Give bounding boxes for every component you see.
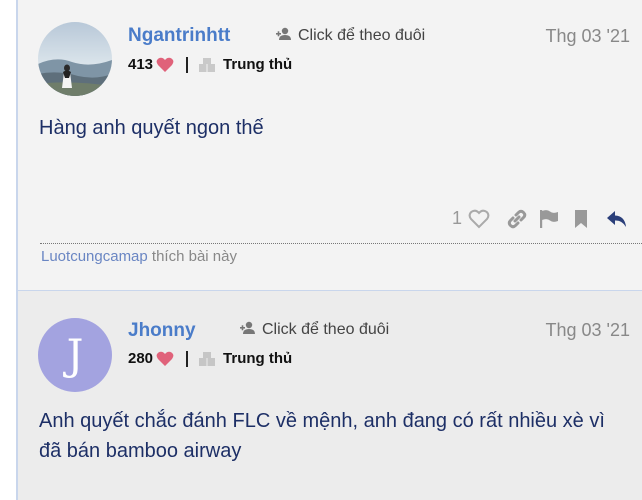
post-2: J Jhonny Click để theo đuôi Thg 03 '21 2… [16, 290, 642, 500]
username[interactable]: Ngantrinhtt [128, 25, 230, 47]
post-content: Hàng anh quyết ngon thế [39, 117, 264, 139]
username[interactable]: Jhonny [128, 320, 196, 342]
heart-icon [156, 57, 174, 73]
like-count[interactable]: 1 [452, 208, 462, 229]
heart-icon [156, 351, 174, 367]
avatar[interactable] [38, 22, 112, 96]
follow-label: Click để theo đuôi [298, 27, 426, 44]
liked-by: Luotcungcamap thích bài này [41, 248, 237, 265]
post-actions: 1 [452, 208, 628, 229]
divider [186, 350, 189, 367]
post-date[interactable]: Thg 03 '21 [546, 26, 631, 47]
follow-button[interactable]: Click để theo đuôi [276, 27, 425, 45]
add-user-icon [276, 27, 292, 41]
follow-label: Click để theo đuôi [262, 321, 390, 338]
user-rank: Trung thủ [223, 350, 293, 367]
post-1: Ngantrinhtt Click để theo đuôi Thg 03 '2… [16, 0, 642, 290]
add-user-icon [240, 321, 256, 335]
liked-by-user[interactable]: Luotcungcamap [41, 248, 148, 265]
follow-button[interactable]: Click để theo đuôi [240, 321, 389, 339]
avatar-letter: J [66, 330, 84, 379]
post-content: Anh quyết chắc đánh FLC về mệnh, anh đan… [39, 410, 605, 462]
user-rank: Trung thủ [223, 56, 293, 73]
post-date[interactable]: Thg 03 '21 [546, 320, 631, 341]
link-icon[interactable] [506, 209, 528, 229]
reply-icon[interactable] [606, 209, 628, 229]
flag-icon[interactable] [538, 209, 560, 229]
heart-count: 413 [128, 56, 154, 73]
user-stats: 413 Trung thủ [128, 56, 292, 73]
book-icon [198, 351, 216, 367]
avatar[interactable]: J [38, 318, 112, 392]
liked-by-suffix: thích bài này [147, 248, 237, 265]
user-stats: 280 Trung thủ [128, 350, 292, 367]
book-icon [198, 57, 216, 73]
separator [40, 243, 642, 244]
heart-outline-icon[interactable] [468, 209, 490, 229]
bookmark-icon[interactable] [570, 209, 592, 229]
divider [186, 56, 189, 73]
heart-count: 280 [128, 350, 154, 367]
